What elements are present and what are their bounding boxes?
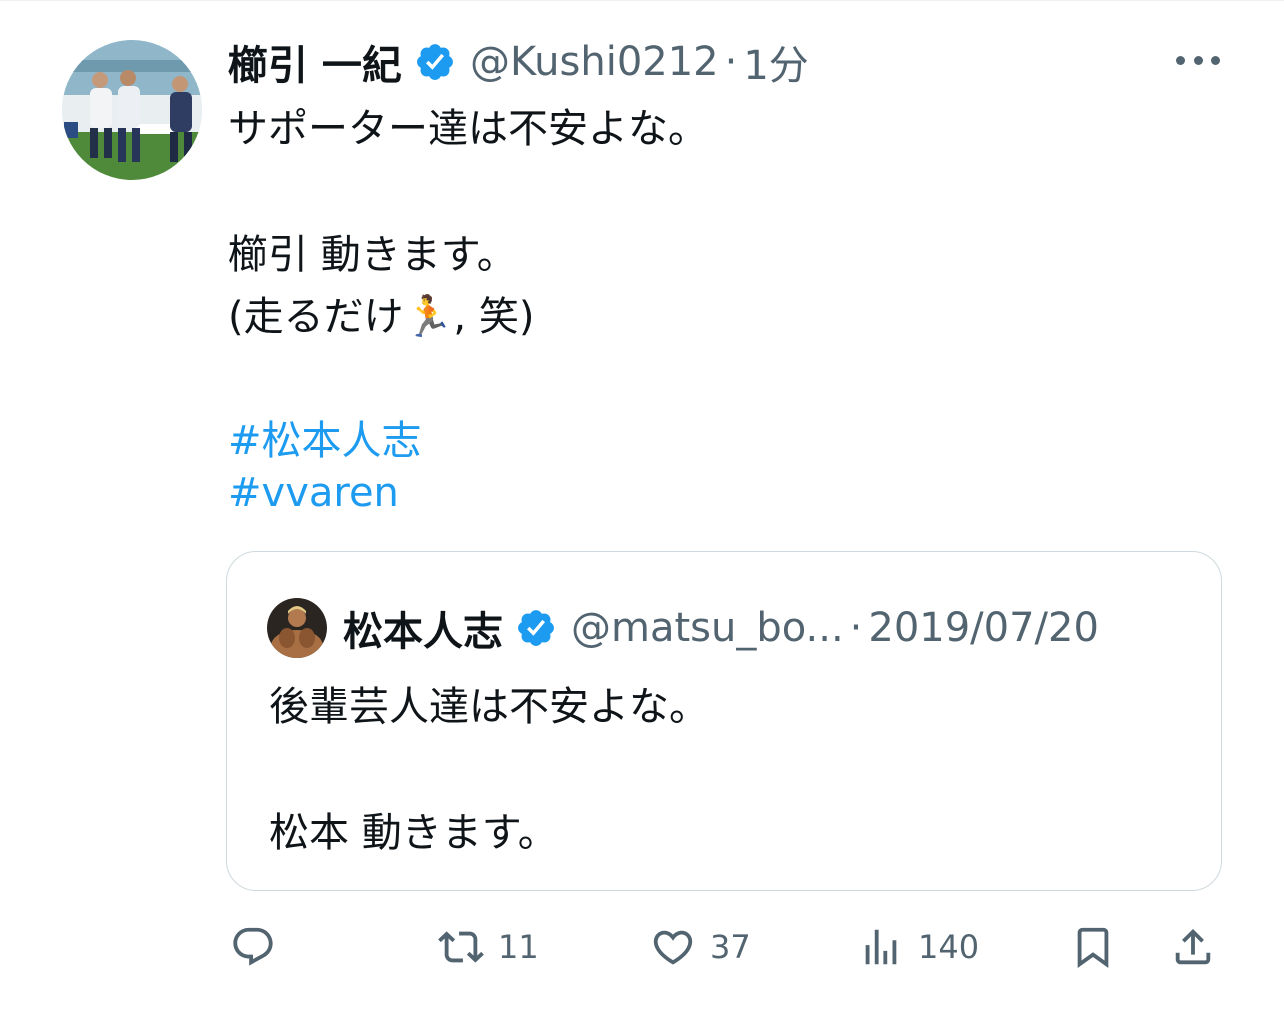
quoted-tweet-text-line: 松本 動きます。 [269, 810, 558, 856]
views-count: 140 [918, 928, 980, 966]
tweet-action-bar: 11 37 140 [0, 920, 1284, 974]
quoted-verified-badge-icon [518, 610, 554, 646]
like-count: 37 [710, 928, 751, 966]
quoted-tweet-header: 松本人志 @matsu_bo... · 2019/07/20 [343, 598, 1099, 658]
hashtag-link[interactable]: #松本人志 [228, 408, 422, 466]
like-button[interactable]: 37 [650, 920, 751, 974]
retweet-count: 11 [498, 928, 539, 966]
top-divider [0, 0, 1284, 1]
header-separator: · [724, 39, 738, 85]
tweet-header: 櫛引 一紀 @Kushi0212 · 1分 [228, 34, 809, 90]
retweet-icon [438, 931, 484, 963]
tweet-timestamp[interactable]: 1分 [743, 33, 808, 91]
share-button[interactable] [1170, 920, 1216, 974]
quoted-header-separator: · [849, 605, 863, 651]
verified-badge-icon[interactable] [414, 41, 456, 83]
bookmark-icon [1077, 927, 1109, 968]
bookmark-button[interactable] [1070, 920, 1116, 974]
tweet-text-line: 櫛引 動きます。 [228, 232, 517, 278]
quoted-tweet-card[interactable]: 松本人志 @matsu_bo... · 2019/07/20 後輩芸人達は不安よ… [226, 551, 1222, 891]
views-button[interactable]: 140 [858, 920, 979, 974]
share-icon [1175, 928, 1211, 965]
more-options-icon[interactable] [1176, 52, 1220, 68]
reply-button[interactable] [230, 920, 276, 974]
quoted-tweet-date: 2019/07/20 [868, 605, 1099, 651]
retweet-button[interactable]: 11 [438, 920, 539, 974]
author-display-name[interactable]: 櫛引 一紀 [228, 33, 402, 91]
quoted-tweet-text-line: 後輩芸人達は不安よな。 [269, 684, 709, 730]
quoted-author-avatar [267, 598, 327, 658]
reply-icon [233, 927, 273, 966]
author-avatar[interactable] [62, 40, 202, 180]
author-handle[interactable]: @Kushi0212 [470, 39, 719, 85]
tweet-text-line: (走るだけ🏃, 笑) [228, 294, 535, 340]
views-icon [865, 929, 897, 965]
hashtag-link[interactable]: #vvaren [228, 470, 399, 516]
like-icon [653, 930, 693, 965]
quoted-author-handle: @matsu_bo... [571, 605, 844, 651]
tweet-text-line: サポーター達は不安よな。 [228, 106, 708, 152]
quoted-author-display-name: 松本人志 [343, 609, 503, 655]
